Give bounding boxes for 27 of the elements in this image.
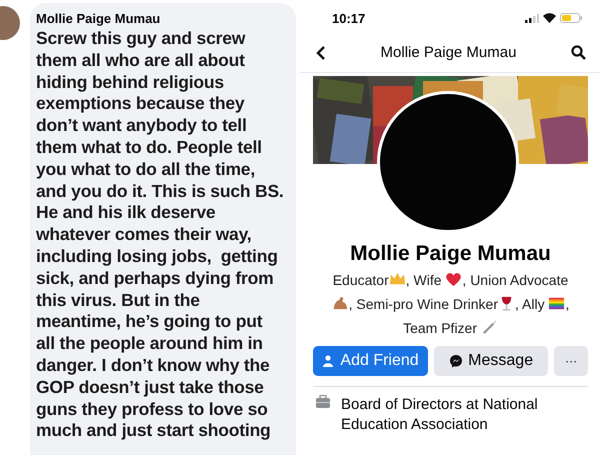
page-title: Mollie Paige Mumau [380,44,516,61]
work-detail: Board of Directors at National Education Association [341,395,538,435]
bio-text: , Wife [406,272,443,288]
message-button[interactable]: Message [434,346,548,376]
wifi-icon [543,13,556,23]
comment-author[interactable]: Mollie Paige Mumau [36,11,160,27]
status-time: 10:17 [332,10,366,26]
bio-text: , [565,296,570,312]
bio-text: , Semi-pro Wine Drinker [348,296,498,312]
heart-icon [445,271,462,288]
bio-text: Educator [332,272,389,288]
messenger-icon [449,354,464,368]
back-icon[interactable] [316,46,326,60]
comment-text: Screw this guy and screw them all who are all about hiding behind religious exemptions because they don’t want anybody to tell them what to do. People tell you what to do all the time, and you do it. This is such BS. He and his ilk deserve whatever comes their way, including losing jobs, getting sick, and perhaps dying from this virus. But in the meantime, he’s going to put all the people around him in danger. I don’t know why the GOP doesn’t just take those guns they profess to love so much and just start shooting [36,28,285,442]
bio-text: , Union Advocate [462,272,568,288]
person-icon [322,355,336,367]
search-icon[interactable] [571,45,586,60]
bio-text: Team Pfizer [403,320,478,336]
more-button[interactable]: ··· [554,346,588,376]
rainbow-flag-icon [548,295,566,312]
signal-icon [525,14,539,22]
battery-icon [560,13,582,23]
bio-text: , Ally [515,296,546,312]
syringe-icon [480,319,498,336]
briefcase-icon [315,395,331,409]
profile-name: Mollie Paige Mumau [350,242,551,266]
add-friend-button[interactable]: Add Friend [313,346,428,376]
